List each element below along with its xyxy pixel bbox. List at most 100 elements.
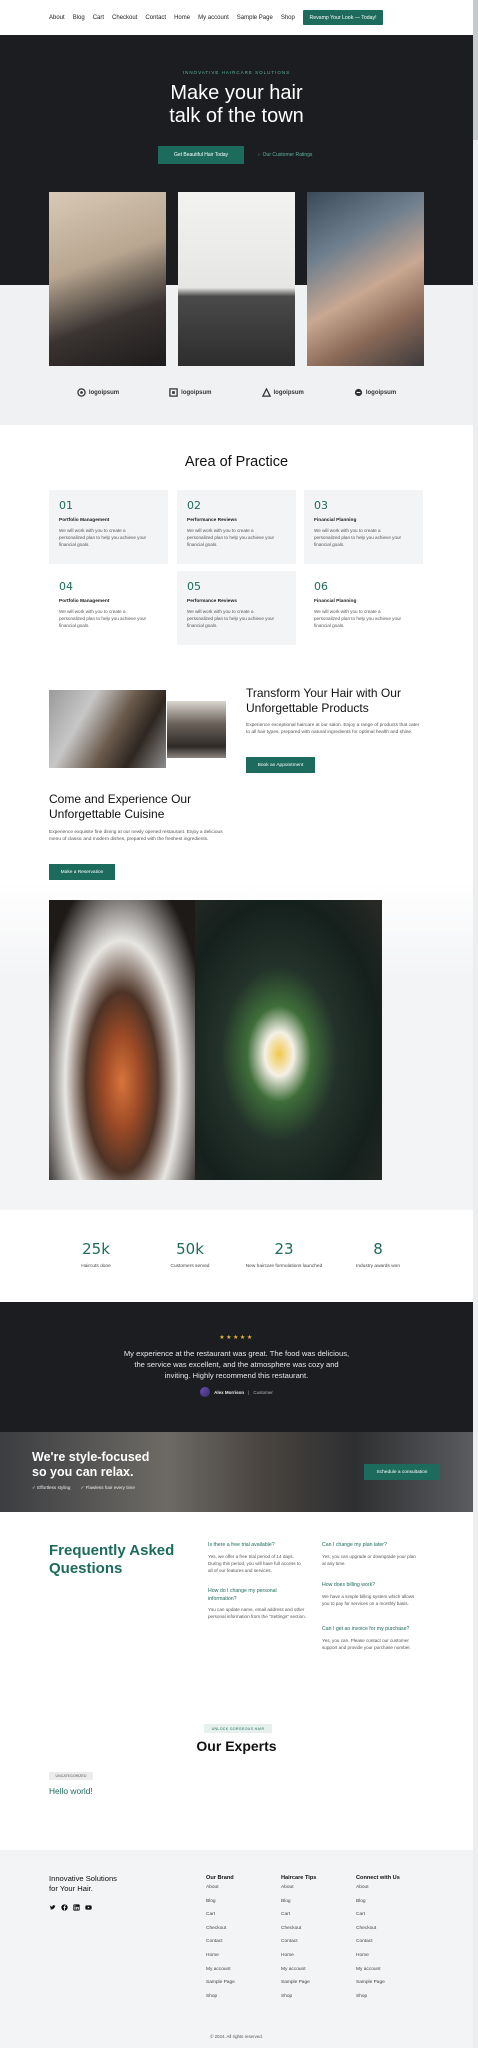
faq-question[interactable]: How do I change my personal information? [208,1588,306,1603]
faq-answer: We have a simple billing system which al… [322,1593,415,1606]
hero-primary-button[interactable]: Get Beautiful Hair Today [158,146,244,164]
footer-column-brand: Our Brand About Blog Cart Checkout Conta… [206,1875,266,2003]
nav-link-shop[interactable]: Shop [281,15,295,21]
footer-brand: Innovative Solutions for Your Hair. [49,1874,139,1894]
nav-cta-button[interactable]: Revamp Your Look — Today! [303,10,383,25]
practice-card: 04 Portfolio Management We will work wit… [49,571,168,645]
footer-link[interactable]: My account [206,1963,266,1977]
stat-item: 8 Industry awards won [331,1240,425,1269]
nav-link-checkout[interactable]: Checkout [112,15,137,21]
logo-strip: logoipsum logoipsum logoipsum logoipsum [0,388,473,397]
logo-text: logoipsum [88,389,120,396]
faq-question[interactable]: Is there a free trial available? [208,1542,306,1550]
nav-link-about[interactable]: About [49,15,65,21]
logo-text: logoipsum [365,389,397,396]
footer-link[interactable]: My account [356,1963,416,1977]
footer-link[interactable]: Shop [206,1990,266,2004]
footer-link[interactable]: About [206,1881,266,1895]
facebook-icon[interactable] [61,1904,68,1911]
card-title: Financial Planning [314,599,357,604]
faq-title: Frequently Asked Questions [49,1542,175,1577]
footer-link[interactable]: Sample Page [206,1976,266,1990]
stat-value: 23 [274,1240,294,1258]
footer-link[interactable]: Blog [206,1895,266,1909]
footer-link[interactable]: Checkout [206,1922,266,1936]
hero-secondary-link[interactable]: › Our Customer Ratings [258,146,312,164]
twitter-icon[interactable] [49,1904,56,1911]
post-title-link[interactable]: Hello world! [49,1786,93,1796]
post-category-badge[interactable]: UNCATEGORIZED [49,1772,93,1780]
stats-row: 25k Haircuts done 50k Customers served 2… [49,1240,425,1269]
cuisine-title: Come and Experience Our Unforgettable Cu… [49,792,192,821]
footer-link[interactable]: Cart [281,1908,341,1922]
partner-logo: logoipsum [261,388,304,397]
avatar [200,1387,211,1397]
footer-link[interactable]: Sample Page [356,1976,416,1990]
nav-link-blog[interactable]: Blog [73,15,85,21]
card-number: 02 [187,499,201,512]
author-separator: | [248,1389,250,1395]
card-title: Portfolio Management [59,518,110,523]
faq-item: Is there a free trial available? Yes, we… [208,1542,306,1574]
nav-link-home[interactable]: Home [174,15,190,21]
footer-link[interactable]: Home [356,1949,416,1963]
stat-label: Haircuts done [81,1264,111,1269]
schedule-consultation-button[interactable]: Schedule a consultation [364,1464,440,1480]
faq-question[interactable]: Can I change my plan later? [322,1542,420,1550]
faq-answer: Yes, you can. Please contact our custome… [322,1637,411,1650]
linkedin-icon[interactable] [73,1904,80,1911]
hero-title: Make your hair talk of the town [0,82,473,128]
faq-item: How do I change my personal information?… [208,1588,306,1620]
faq-question[interactable]: How does billing work? [322,1582,420,1590]
footer-link[interactable]: Cart [206,1908,266,1922]
footer-link[interactable]: Contact [206,1935,266,1949]
footer-link[interactable]: About [281,1881,341,1895]
scrollbar-thumb[interactable] [473,0,478,140]
faq-answer: Yes, you can upgrade or downgrade your p… [322,1553,416,1566]
book-appointment-button[interactable]: Book an Appointment [246,757,315,773]
logo-mark-icon [261,388,271,397]
nav-link-sample-page[interactable]: Sample Page [237,15,273,21]
nav-link-my-account[interactable]: My account [198,15,229,21]
practice-card: 01 Portfolio Management We will work wit… [49,490,168,564]
card-description: We will work with you to create a person… [314,609,402,628]
make-reservation-button[interactable]: Make a Reservation [49,864,115,880]
card-description: We will work with you to create a person… [59,609,147,628]
footer-link[interactable]: Blog [356,1895,416,1909]
practice-card: 03 Financial Planning We will work with … [304,490,423,564]
hero-photo-stretching [178,192,295,366]
card-description: We will work with you to create a person… [314,528,402,547]
footer-link[interactable]: Blog [281,1895,341,1909]
footer-link[interactable]: Contact [281,1935,341,1949]
footer-link[interactable]: Contact [356,1935,416,1949]
youtube-icon[interactable] [85,1904,92,1911]
author-name: Alex Morrison [214,1389,245,1395]
footer-link[interactable]: Home [281,1949,341,1963]
footer-link[interactable]: Shop [281,1990,341,2004]
card-title: Portfolio Management [59,599,110,604]
footer-brand-line1: Innovative Solutions [49,1874,117,1883]
footer-link[interactable]: About [356,1881,416,1895]
hero-title-line1: Make your hair [170,82,303,104]
card-title: Financial Planning [314,518,357,523]
card-title: Performance Reviews [187,599,237,604]
logo-text: logoipsum [181,389,212,396]
page-scrollbar[interactable] [473,0,478,2048]
footer-link[interactable]: Checkout [281,1922,341,1936]
page: About Blog Cart Checkout Contact Home My… [0,0,478,2048]
footer-link[interactable]: Sample Page [281,1976,341,1990]
footer-link[interactable]: Home [206,1949,266,1963]
footer-link[interactable]: My account [281,1963,341,1977]
card-number: 01 [59,499,73,512]
stat-value: 50k [176,1240,204,1258]
faq-question[interactable]: Can I get an invoice for my purchase? [322,1626,420,1634]
footer-link[interactable]: Checkout [356,1922,416,1936]
author-role: Customer [253,1389,273,1395]
product-photo-woman [49,690,166,768]
chevron-right-icon: › [258,152,260,158]
footer-link[interactable]: Shop [356,1990,416,2004]
nav-link-cart[interactable]: Cart [93,15,104,21]
footer-link[interactable]: Cart [356,1908,416,1922]
footer-column-connect: Connect with Us About Blog Cart Checkout… [356,1875,416,2003]
nav-link-contact[interactable]: Contact [145,15,166,21]
